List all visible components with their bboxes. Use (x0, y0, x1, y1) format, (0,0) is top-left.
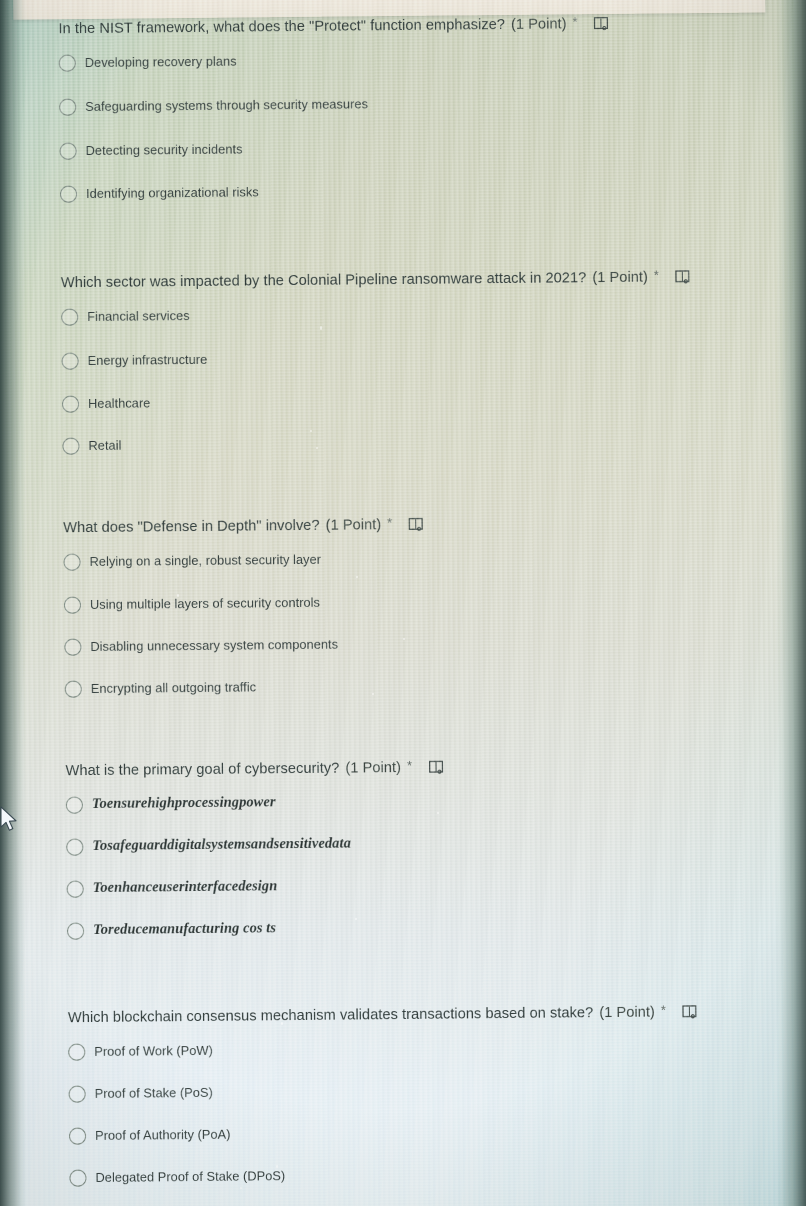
question-title: Which sector was impacted by the Colonia… (0, 267, 789, 294)
book-attachment-icon[interactable] (594, 16, 609, 31)
option-list: Financial services Energy infrastructure… (0, 293, 791, 464)
option-row[interactable]: Toenhanceuserinterfacedesign (0, 865, 795, 907)
option-label: Tosafeguarddigitalsystemsandsensitivedat… (92, 835, 351, 855)
radio-button[interactable] (68, 1085, 86, 1103)
required-marker: * (660, 1002, 667, 1018)
option-row[interactable]: Safeguarding systems through security me… (0, 83, 787, 125)
option-row[interactable]: Identifying organizational risks (0, 170, 788, 212)
radio-button[interactable] (63, 596, 82, 614)
option-label: Relying on a single, robust security lay… (89, 551, 322, 570)
option-label: Toenhanceuserinterfacedesign (92, 878, 278, 897)
option-list: Relying on a single, robust security lay… (0, 538, 793, 707)
option-list: Toensurehighprocessingpower Tosafeguardd… (0, 781, 795, 949)
question-text: In the NIST framework, what does the "Pr… (58, 16, 506, 38)
option-row[interactable]: Developing recovery plans (0, 39, 787, 81)
radio-button[interactable] (65, 796, 83, 814)
required-marker: * (572, 14, 578, 30)
option-row[interactable]: Financial services (0, 293, 789, 335)
question-points: (1 Point) (592, 269, 648, 287)
question-title: In the NIST framework, what does the "Pr… (0, 13, 787, 40)
question-text: Which sector was impacted by the Colonia… (60, 270, 587, 292)
required-marker: * (406, 757, 413, 773)
screen-surface: 57:36 In the NIST framework, what does t… (0, 0, 806, 1206)
question-block: Which sector was impacted by the Colonia… (0, 267, 791, 463)
radio-button[interactable] (63, 553, 81, 571)
option-label: Proof of Work (PoW) (94, 1043, 213, 1060)
option-row[interactable]: Delegated Proof of Stake (DPoS) (0, 1154, 798, 1196)
radio-button[interactable] (67, 922, 85, 940)
option-label: Identifying organizational risks (85, 184, 259, 202)
radio-button[interactable] (61, 352, 79, 370)
quiz-form: In the NIST framework, what does the "Pr… (0, 0, 798, 1202)
option-row[interactable]: Energy infrastructure (0, 337, 790, 379)
option-label: Energy infrastructure (87, 352, 208, 369)
option-label: Detecting security incidents (85, 141, 243, 159)
question-text: Which blockchain consensus mechanism val… (67, 1005, 594, 1027)
question-text: What is the primary goal of cybersecurit… (65, 760, 340, 780)
required-marker: * (653, 267, 660, 283)
option-row[interactable]: Retail (0, 422, 791, 464)
radio-button[interactable] (66, 838, 84, 856)
question-text: What does "Defense in Depth" involve? (63, 517, 320, 537)
question-block: Which blockchain consensus mechanism val… (0, 1002, 798, 1195)
radio-button[interactable] (58, 54, 76, 72)
radio-button[interactable] (68, 1043, 86, 1061)
question-points: (1 Point) (510, 16, 567, 33)
book-attachment-icon[interactable] (675, 269, 690, 284)
book-attachment-icon[interactable] (408, 517, 423, 532)
book-attachment-icon[interactable] (428, 760, 443, 775)
option-row[interactable]: Detecting security incidents (0, 127, 788, 169)
question-points: (1 Point) (599, 1004, 655, 1022)
question-title: Which blockchain consensus mechanism val… (0, 1002, 796, 1029)
question-block: What is the primary goal of cybersecurit… (0, 755, 795, 948)
option-label: Retail (88, 437, 122, 454)
option-list: Developing recovery plans Safeguarding s… (0, 39, 788, 212)
radio-button[interactable] (69, 1169, 87, 1187)
radio-button[interactable] (64, 680, 82, 698)
option-row[interactable]: Proof of Work (PoW) (0, 1028, 796, 1070)
question-block: In the NIST framework, what does the "Pr… (0, 13, 788, 211)
radio-button[interactable] (61, 308, 79, 326)
option-label: Toreducemanufacturing cos ts (93, 920, 277, 939)
option-label: Proof of Authority (PoA) (95, 1126, 231, 1144)
option-row[interactable]: Tosafeguarddigitalsystemsandsensitivedat… (0, 823, 794, 865)
option-label: Healthcare (87, 395, 151, 412)
question-points: (1 Point) (325, 517, 382, 534)
option-label: Disabling unnecessary system components (90, 636, 339, 655)
option-row[interactable]: Encrypting all outgoing traffic (0, 665, 793, 707)
option-label: Using multiple layers of security contro… (89, 594, 321, 613)
photographed-screen: 57:36 In the NIST framework, what does t… (0, 0, 806, 1206)
option-label: Financial services (87, 308, 190, 325)
radio-button[interactable] (68, 1127, 87, 1145)
question-title: What is the primary goal of cybersecurit… (0, 755, 794, 782)
option-row[interactable]: Using multiple layers of security contro… (0, 581, 792, 623)
question-title: What does "Defense in Depth" involve? (1… (0, 512, 791, 539)
radio-button[interactable] (62, 437, 80, 455)
book-attachment-icon[interactable] (682, 1004, 697, 1019)
option-row[interactable]: Proof of Authority (PoA) (0, 1112, 797, 1154)
option-list: Proof of Work (PoW) Proof of Stake (PoS)… (0, 1028, 798, 1196)
option-row[interactable]: Toensurehighprocessingpower (0, 781, 794, 823)
required-marker: * (387, 515, 393, 531)
radio-button[interactable] (59, 185, 78, 203)
question-points: (1 Point) (345, 760, 402, 777)
radio-button[interactable] (64, 638, 82, 656)
option-label: Toensurehighprocessingpower (91, 794, 276, 813)
option-row[interactable]: Toreducemanufacturing cos ts (0, 907, 795, 949)
radio-button[interactable] (59, 142, 77, 160)
radio-button[interactable] (59, 98, 77, 116)
option-label: Encrypting all outgoing traffic (90, 679, 257, 697)
option-label: Delegated Proof of Stake (DPoS) (95, 1168, 286, 1186)
option-label: Developing recovery plans (84, 53, 237, 71)
radio-button[interactable] (66, 880, 84, 898)
option-row[interactable]: Proof of Stake (PoS) (0, 1070, 797, 1112)
option-row[interactable]: Disabling unnecessary system components (0, 623, 793, 665)
option-label: Proof of Stake (PoS) (94, 1085, 213, 1102)
question-block: What does "Defense in Depth" involve? (1… (0, 512, 793, 706)
option-row[interactable]: Relying on a single, robust security lay… (0, 538, 792, 580)
option-row[interactable]: Healthcare (0, 380, 790, 422)
radio-button[interactable] (61, 395, 80, 413)
option-label: Safeguarding systems through security me… (85, 96, 369, 115)
